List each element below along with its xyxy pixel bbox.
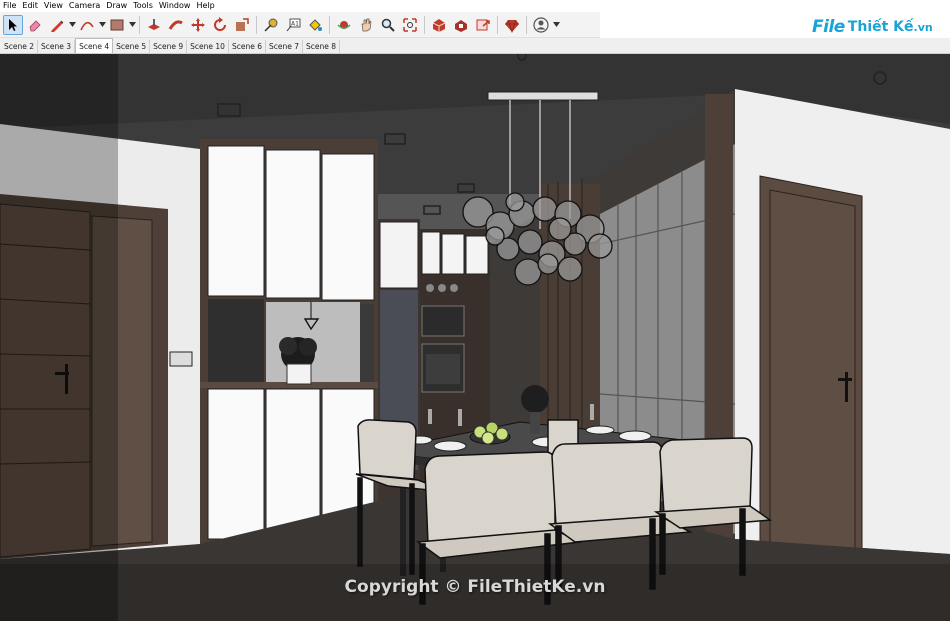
zoom-extents-tool-button[interactable]	[400, 15, 420, 35]
select-tool-button[interactable]	[3, 14, 23, 35]
orbit-icon	[337, 20, 351, 29]
tape-measure-icon	[264, 18, 278, 32]
share-model-icon	[476, 19, 490, 30]
menu-edit[interactable]: Edit	[19, 0, 41, 12]
text-tool-button[interactable]: A1	[283, 15, 303, 35]
scale-icon	[236, 17, 249, 31]
account-icon	[533, 16, 549, 33]
select-arrow-icon	[9, 18, 17, 31]
tab-scene-4[interactable]: Scene 4	[75, 38, 114, 53]
rotate-tool-button[interactable]	[210, 15, 230, 35]
paint-bucket-icon	[309, 18, 322, 31]
toolbar-divider	[256, 15, 257, 34]
tab-scene-10[interactable]: Scene 10	[187, 40, 229, 53]
tall-cabinet	[200, 139, 378, 549]
chevron-down-icon	[98, 22, 106, 27]
share-model-button[interactable]	[473, 15, 493, 35]
follow-me-icon	[168, 19, 183, 30]
tab-scene-6[interactable]: Scene 6	[229, 40, 266, 53]
arc-tool-button[interactable]	[77, 15, 97, 35]
arc-icon	[80, 21, 94, 30]
tab-scene-3[interactable]: Scene 3	[38, 40, 76, 53]
toolbar-divider	[139, 15, 140, 34]
chevron-down-icon	[68, 22, 76, 27]
menu-camera[interactable]: Camera	[66, 0, 103, 12]
svg-text:A1: A1	[291, 20, 299, 27]
tab-scene-8[interactable]: Scene 8	[303, 40, 341, 53]
push-pull-icon	[148, 18, 160, 30]
pan-tool-button[interactable]	[356, 15, 376, 35]
tab-scene-2[interactable]: Scene 2	[1, 40, 39, 53]
toolbar-divider	[424, 15, 425, 34]
move-tool-button[interactable]	[188, 15, 208, 35]
tab-scene-9[interactable]: Scene 9	[150, 40, 188, 53]
text-label-icon: A1	[286, 18, 301, 31]
rectangle-tool-button[interactable]	[107, 15, 127, 35]
line-tool-dropdown[interactable]	[68, 15, 76, 35]
account-dropdown[interactable]	[552, 15, 560, 35]
eraser-tool-button[interactable]	[25, 15, 45, 35]
account-button[interactable]	[531, 15, 551, 35]
extension-warehouse-icon	[455, 19, 467, 32]
chevron-down-icon	[552, 22, 560, 27]
extension-warehouse-button[interactable]	[451, 15, 471, 35]
arc-tool-dropdown[interactable]	[98, 15, 106, 35]
chevron-down-icon	[128, 22, 136, 27]
toolbar-divider	[497, 15, 498, 34]
tab-scene-5[interactable]: Scene 5	[113, 40, 151, 53]
rectangle-icon	[110, 19, 124, 30]
line-tool-button[interactable]	[47, 15, 67, 35]
paint-bucket-tool-button[interactable]	[305, 15, 325, 35]
follow-me-tool-button[interactable]	[166, 15, 186, 35]
scene-tabs-bar: Scene 2 Scene 3 Scene 4 Scene 5 Scene 9 …	[0, 38, 950, 54]
menu-window[interactable]: Window	[156, 0, 194, 12]
rotate-icon	[214, 16, 226, 31]
pan-icon	[361, 18, 372, 31]
toolbar-divider	[329, 15, 330, 34]
zoom-extents-icon	[403, 17, 417, 32]
main-toolbar: A1	[0, 12, 600, 38]
logo-name: Thiết Kế	[847, 19, 914, 35]
zoom-icon	[381, 18, 395, 32]
logo-mark: File	[812, 17, 845, 37]
move-icon	[191, 17, 205, 32]
menu-bar: File Edit View Camera Draw Tools Window …	[0, 0, 950, 12]
menu-tools[interactable]: Tools	[130, 0, 156, 12]
right-door	[759, 175, 863, 555]
3d-warehouse-button[interactable]	[429, 15, 449, 35]
push-pull-tool-button[interactable]	[144, 15, 164, 35]
eraser-icon	[29, 19, 41, 31]
ruby-console-button[interactable]	[502, 15, 522, 35]
copyright-watermark: Copyright © FileThietKe.vn	[344, 577, 606, 597]
tape-measure-tool-button[interactable]	[261, 15, 281, 35]
tab-scene-7[interactable]: Scene 7	[266, 40, 304, 53]
model-viewport[interactable]	[0, 54, 950, 621]
zoom-tool-button[interactable]	[378, 15, 398, 35]
pencil-line-icon	[51, 20, 64, 32]
scale-tool-button[interactable]	[232, 15, 252, 35]
logo-suffix: .vn	[913, 20, 933, 34]
ruby-console-icon	[505, 19, 519, 33]
dining-room-render	[0, 54, 950, 621]
toolbar-divider	[526, 15, 527, 34]
warehouse-icon	[432, 18, 446, 32]
menu-help[interactable]: Help	[193, 0, 217, 12]
orbit-tool-button[interactable]	[334, 15, 354, 35]
menu-file[interactable]: File	[0, 0, 19, 12]
menu-view[interactable]: View	[41, 0, 66, 12]
menu-draw[interactable]: Draw	[103, 0, 130, 12]
shape-tool-dropdown[interactable]	[128, 15, 136, 35]
